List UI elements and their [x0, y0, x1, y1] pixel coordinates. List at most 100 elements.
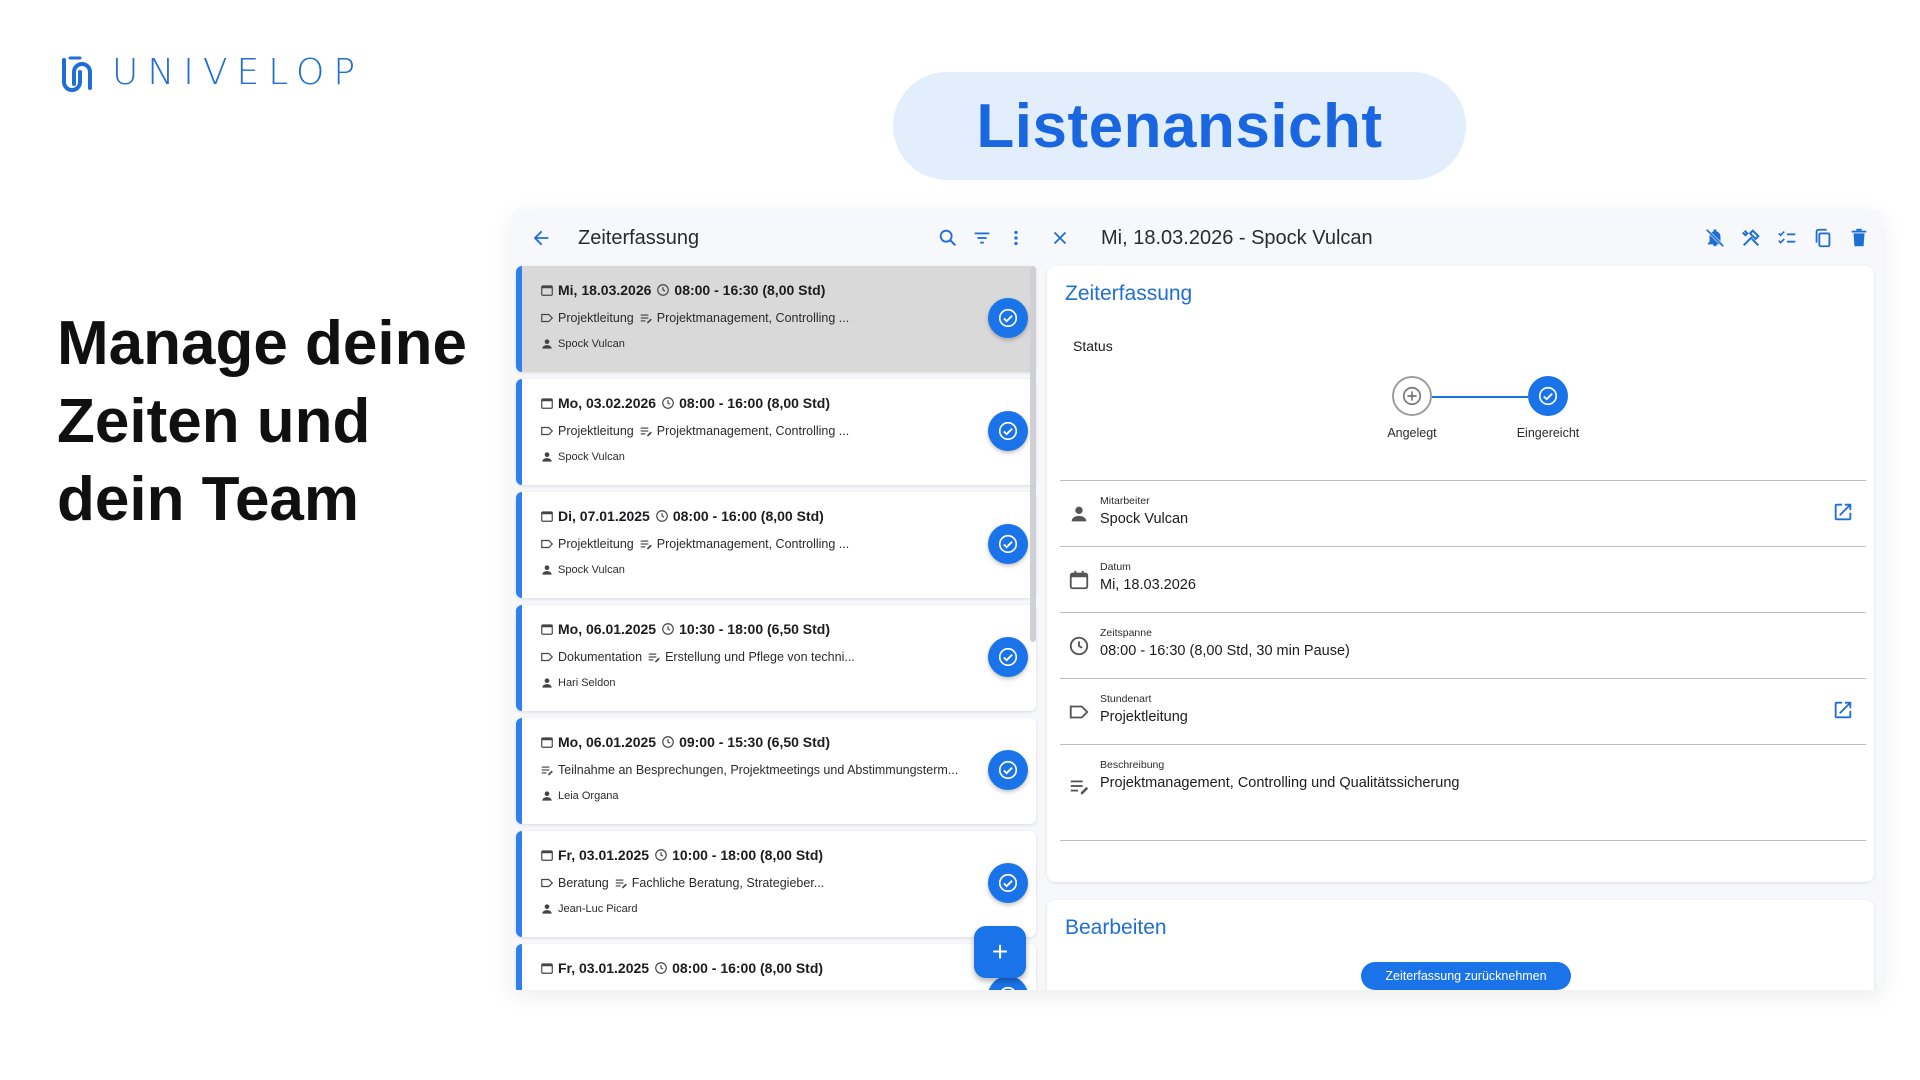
- open-in-new-icon[interactable]: [1832, 501, 1854, 523]
- open-in-new-icon[interactable]: [1832, 699, 1854, 721]
- entry-person: Spock Vulcan: [558, 564, 625, 576]
- entry-time: 08:00 - 16:30 (8,00 Std): [674, 282, 826, 298]
- time-entry-card[interactable]: Mo, 06.01.2025 09:00 - 15:30 (6,50 Std) Te…: [516, 718, 1036, 824]
- person-icon: [540, 676, 554, 690]
- field-value: 08:00 - 16:30 (8,00 Std, 30 min Pause): [1100, 643, 1350, 659]
- field-value: Spock Vulcan: [1100, 511, 1189, 527]
- headline-line-2: Zeiten und: [57, 387, 371, 456]
- notes-icon: [1068, 775, 1090, 797]
- calendar-icon: [540, 848, 554, 862]
- filter-icon[interactable]: [965, 221, 999, 255]
- view-mode-badge: Listenansicht: [893, 72, 1466, 180]
- entry-date: Mo, 03.02.2026: [558, 395, 657, 411]
- entry-header: Fr, 03.01.2025 10:00 - 18:00 (8,00 Std): [540, 845, 1036, 865]
- entry-type: Projektleitung: [558, 537, 634, 551]
- search-icon[interactable]: [931, 221, 965, 255]
- submitted-check-icon[interactable]: [988, 411, 1028, 451]
- entry-time: 08:00 - 16:00 (8,00 Std): [679, 395, 831, 411]
- entry-time: 08:00 - 16:00 (8,00 Std): [672, 960, 824, 976]
- step-eingereicht[interactable]: Eingereicht: [1493, 376, 1603, 440]
- more-vert-icon[interactable]: [999, 221, 1033, 255]
- revoke-entry-button[interactable]: Zeiterfassung zurücknehmen: [1361, 962, 1571, 990]
- label-icon: [1068, 701, 1090, 723]
- field-label: Stundenart: [1100, 693, 1152, 705]
- field-label: Zeitspanne: [1100, 627, 1152, 639]
- entry-details: Projektleitung Projektmanagement, Control…: [540, 308, 980, 328]
- notifications-off-icon[interactable]: [1698, 221, 1732, 255]
- field-beschreibung: Beschreibung Projektmanagement, Controll…: [1060, 744, 1866, 840]
- view-mode-label: Listenansicht: [976, 91, 1383, 161]
- entry-person: Spock Vulcan: [558, 338, 625, 350]
- brand-logo: UNIVELOP: [60, 52, 364, 93]
- calendar-icon: [540, 735, 554, 749]
- list-pane: Zeiterfassung Mi, 18.03.2026 08:00 - 16:3…: [512, 210, 1039, 990]
- entry-person-row: Jean-Luc Picard: [540, 899, 1036, 919]
- entry-person-row: Leia Organa: [540, 786, 1036, 806]
- copy-icon[interactable]: [1806, 221, 1840, 255]
- person-icon: [540, 789, 554, 803]
- submitted-check-icon[interactable]: [988, 637, 1028, 677]
- close-icon[interactable]: [1043, 221, 1077, 255]
- field-label: Beschreibung: [1100, 759, 1165, 771]
- entry-time: 10:30 - 18:00 (6,50 Std): [679, 621, 831, 637]
- label-icon: [540, 876, 554, 890]
- time-entry-card[interactable]: Mo, 03.02.2026 08:00 - 16:00 (8,00 Std) Pr…: [516, 379, 1036, 485]
- entry-type: Projektleitung: [558, 424, 634, 438]
- entry-time: 09:00 - 15:30 (6,50 Std): [679, 734, 831, 750]
- back-arrow-icon[interactable]: [524, 221, 558, 255]
- clock-icon: [654, 961, 668, 975]
- checklist-icon[interactable]: [1770, 221, 1804, 255]
- tools-icon[interactable]: [1734, 221, 1768, 255]
- entry-date: Mi, 18.03.2026: [558, 282, 652, 298]
- time-entry-card[interactable]: Mi, 18.03.2026 08:00 - 16:30 (8,00 Std) Pr…: [516, 266, 1036, 372]
- field-mitarbeiter: Mitarbeiter Spock Vulcan: [1060, 480, 1866, 546]
- list-title: Zeiterfassung: [578, 226, 700, 249]
- detail-actions: [1698, 221, 1876, 255]
- time-entry-card[interactable]: Di, 07.01.2025 08:00 - 16:00 (8,00 Std) Pr…: [516, 492, 1036, 598]
- entry-date: Mo, 06.01.2025: [558, 621, 657, 637]
- clock-icon: [654, 848, 668, 862]
- status-stepper: Angelegt Eingereicht: [1357, 376, 1587, 446]
- step-angelegt[interactable]: Angelegt: [1357, 376, 1467, 440]
- entry-date: Fr, 03.01.2025: [558, 847, 650, 863]
- univelop-logo-icon: [62, 56, 92, 92]
- field-value: Projektmanagement, Controlling und Quali…: [1100, 775, 1460, 791]
- calendar-icon: [540, 283, 554, 297]
- time-entry-card[interactable]: Mo, 06.01.2025 10:30 - 18:00 (6,50 Std) Do…: [516, 605, 1036, 711]
- headline-line-1: Manage deine: [57, 309, 467, 378]
- submitted-check-icon[interactable]: [988, 976, 1028, 990]
- label-icon: [540, 311, 554, 325]
- time-entry-card[interactable]: Fr, 03.01.2025 08:00 - 16:00 (8,00 Std): [516, 944, 1036, 990]
- entry-person-row: Spock Vulcan: [540, 560, 1036, 580]
- list-scrollbar[interactable]: [1030, 266, 1036, 642]
- entry-description: Teilnahme an Besprechungen, Projektmeeti…: [558, 763, 959, 777]
- field-stundenart: Stundenart Projektleitung: [1060, 678, 1866, 744]
- entry-description: Fachliche Beratung, Strategieber...: [631, 876, 825, 890]
- delete-icon[interactable]: [1842, 221, 1876, 255]
- add-icon: +: [991, 936, 1009, 967]
- label-icon: [540, 650, 554, 664]
- entry-date: Mo, 06.01.2025: [558, 734, 657, 750]
- add-circle-icon: [1392, 376, 1432, 416]
- field-label: Datum: [1100, 561, 1131, 573]
- field-value: Mi, 18.03.2026: [1100, 577, 1196, 593]
- time-entry-card[interactable]: Fr, 03.01.2025 10:00 - 18:00 (8,00 Std) Be…: [516, 831, 1036, 937]
- submitted-check-icon[interactable]: [988, 863, 1028, 903]
- submitted-check-icon[interactable]: [988, 524, 1028, 564]
- clock-icon: [661, 735, 675, 749]
- list-toolbar: Zeiterfassung: [512, 210, 1039, 266]
- entry-date: Di, 07.01.2025: [558, 508, 650, 524]
- clock-icon: [656, 283, 670, 297]
- calendar-icon: [540, 396, 554, 410]
- add-entry-button[interactable]: +: [974, 926, 1026, 978]
- clock-icon: [1068, 635, 1090, 657]
- headline: Manage deine Zeiten und dein Team: [57, 305, 467, 539]
- entry-person-row: Spock Vulcan: [540, 447, 1036, 467]
- entry-description: Erstellung und Pflege von techni...: [665, 650, 855, 664]
- submitted-check-icon[interactable]: [988, 298, 1028, 338]
- entry-header: Mo, 06.01.2025 10:30 - 18:00 (6,50 Std): [540, 619, 1036, 639]
- entry-header: Mi, 18.03.2026 08:00 - 16:30 (8,00 Std): [540, 280, 1036, 300]
- submitted-check-icon[interactable]: [988, 750, 1028, 790]
- entry-person-row: Hari Seldon: [540, 673, 1036, 693]
- entry-details: Teilnahme an Besprechungen, Projektmeeti…: [540, 760, 980, 780]
